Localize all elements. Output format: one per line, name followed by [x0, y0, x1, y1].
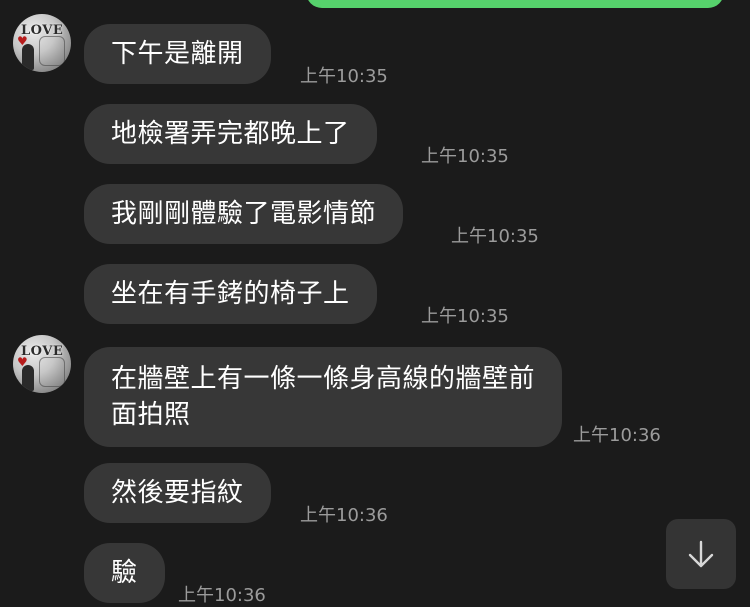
- message-timestamp: 上午10:35: [300, 66, 388, 87]
- avatar-figure: [22, 44, 34, 70]
- message-timestamp: 上午10:35: [451, 226, 539, 247]
- message-timestamp: 上午10:36: [573, 425, 661, 446]
- message-text: 驗: [111, 558, 138, 588]
- message-timestamp: 上午10:36: [178, 585, 266, 606]
- message-bubble[interactable]: 我剛剛體驗了電影情節: [84, 184, 404, 244]
- message-bubble[interactable]: 地檢署弄完都晚上了: [84, 104, 377, 164]
- message-text: 坐在有手銬的椅子上: [111, 279, 350, 309]
- message-text: 地檢署弄完都晚上了: [111, 119, 350, 149]
- message-timestamp: 上午10:35: [421, 306, 509, 327]
- arrow-down-icon: [688, 540, 714, 568]
- message-bubble[interactable]: 在牆壁上有一條一條身高線的牆壁前面拍照: [84, 347, 562, 447]
- message-bubble[interactable]: 驗: [84, 543, 165, 603]
- message-text: 我剛剛體驗了電影情節: [111, 199, 377, 229]
- sender-avatar[interactable]: LOVE ♥: [13, 335, 71, 393]
- sent-message-bubble-partial[interactable]: [306, 0, 724, 8]
- sender-avatar[interactable]: LOVE ♥: [13, 14, 71, 72]
- message-bubble[interactable]: 下午是離開: [84, 24, 271, 84]
- avatar-doodle: [39, 357, 65, 387]
- message-text: 然後要指紋: [111, 478, 244, 508]
- message-timestamp: 上午10:35: [421, 146, 509, 167]
- message-bubble[interactable]: 然後要指紋: [84, 463, 271, 523]
- scroll-to-bottom-button[interactable]: [666, 519, 736, 589]
- message-text: 在牆壁上有一條一條身高線的牆壁前面拍照: [111, 364, 536, 430]
- message-timestamp: 上午10:36: [300, 505, 388, 526]
- message-bubble[interactable]: 坐在有手銬的椅子上: [84, 264, 377, 324]
- avatar-doodle: [39, 36, 65, 66]
- avatar-figure: [22, 365, 34, 391]
- message-text: 下午是離開: [111, 39, 244, 69]
